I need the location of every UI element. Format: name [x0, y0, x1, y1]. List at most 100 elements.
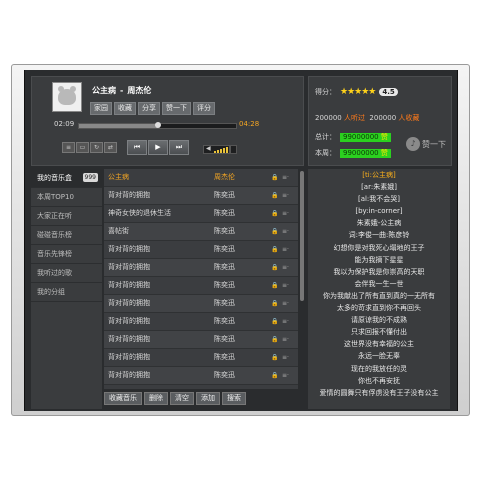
more-icon[interactable]: ≡· — [282, 187, 289, 204]
sidebar-item-history[interactable]: 我听过的歌 — [31, 264, 102, 283]
song-title-cell: 背对背的拥抱 — [108, 245, 150, 253]
search-button[interactable]: 搜索 — [222, 392, 246, 405]
sidebar-item-label: 大家正在听 — [37, 212, 72, 220]
lock-icon[interactable]: 🔒 — [271, 313, 278, 330]
collect-music-button[interactable]: 收藏音乐 — [104, 392, 142, 405]
shuffle-mode-icon[interactable]: ⇄ — [104, 142, 117, 153]
sidebar-item-now-listening[interactable]: 大家正在听 — [31, 207, 102, 226]
action-share-button[interactable]: 分享 — [138, 102, 160, 115]
total-value: 99000000 — [343, 132, 379, 141]
artist-cell: 陈奕迅 — [214, 227, 235, 235]
next-icon[interactable]: ⏭ — [169, 140, 189, 155]
more-icon[interactable]: ≡· — [282, 277, 289, 294]
lock-icon[interactable]: 🔒 — [271, 169, 278, 186]
more-icon[interactable]: ≡· — [282, 241, 289, 258]
lock-icon[interactable]: 🔒 — [271, 223, 278, 240]
action-favorite-button[interactable]: 收藏 — [114, 102, 136, 115]
volume-control[interactable]: ◀ — [203, 145, 237, 154]
action-like-button[interactable]: 赞一下 — [162, 102, 191, 115]
lock-icon[interactable]: 🔒 — [271, 241, 278, 258]
artist-cell: 陈奕迅 — [214, 371, 235, 379]
progress-knob[interactable] — [154, 122, 161, 128]
more-icon[interactable]: ≡· — [282, 223, 289, 240]
lock-icon[interactable]: 🔒 — [271, 295, 278, 312]
more-icon[interactable]: ≡· — [282, 349, 289, 366]
lock-icon[interactable]: 🔒 — [271, 259, 278, 276]
more-icon[interactable]: ≡· — [282, 313, 289, 330]
more-icon[interactable]: ≡· — [282, 385, 289, 389]
more-icon[interactable]: ≡· — [282, 367, 289, 384]
sidebar-item-label: 音乐先锋榜 — [37, 250, 72, 258]
table-row[interactable]: 背对背的拥抱陈奕迅🔒≡· — [104, 259, 298, 277]
song-actions: 家园 收藏 分享 赞一下 评分 — [90, 102, 215, 115]
artist-name: 周杰伦 — [127, 86, 152, 95]
table-row[interactable]: 背对背的拥抱 陈奕迅 🔒≡· — [104, 367, 298, 385]
song-title-cell: 神奇女侠的退休生活 — [108, 209, 171, 217]
volume-bar — [225, 147, 228, 153]
repeat-mode-icon[interactable]: ↻ — [90, 142, 103, 153]
previous-icon[interactable]: ⏮ — [127, 140, 147, 155]
table-row[interactable]: 背对背的拥抱陈奕迅🔒≡· — [104, 331, 298, 349]
speaker-icon[interactable]: ◀ — [206, 144, 211, 153]
total-time: 04:28 — [239, 120, 260, 128]
more-icon[interactable]: ≡· — [282, 295, 289, 312]
volume-bar — [222, 148, 225, 153]
table-row[interactable]: 背对背的拥抱陈奕迅🔒≡· — [104, 313, 298, 331]
sidebar-item-label: 我的音乐盒 — [37, 174, 72, 182]
more-icon[interactable]: ≡· — [282, 205, 289, 222]
play-icon[interactable]: ▶ — [148, 140, 168, 155]
now-playing-row[interactable]: 公主病 周杰伦 🔒 ≡· — [104, 169, 298, 187]
lock-icon[interactable]: 🔒 — [271, 205, 278, 222]
artist-cell: 周杰伦 — [214, 173, 235, 181]
table-row[interactable]: 背对背的拥抱陈奕迅🔒≡· — [104, 277, 298, 295]
add-button[interactable]: 添加 — [196, 392, 220, 405]
delete-button[interactable]: 删除 — [144, 392, 168, 405]
favorite-label: 人收藏 — [398, 114, 420, 122]
lock-icon[interactable]: 🔒 — [271, 187, 278, 204]
scrollbar-thumb[interactable] — [300, 171, 304, 301]
album-cover[interactable] — [52, 82, 82, 112]
single-mode-icon[interactable]: ▭ — [76, 142, 89, 153]
song-title-cell: 背对背的拥抱 — [108, 371, 150, 379]
table-row[interactable]: 背对背的拥抱陈奕迅🔒≡· — [104, 295, 298, 313]
progress-bar[interactable] — [78, 122, 237, 129]
lock-icon[interactable]: 🔒 — [271, 367, 278, 384]
list-toolbar: 收藏音乐 删除 清空 添加 搜索 — [104, 392, 302, 405]
stars-icon[interactable]: ★★★★★ — [340, 87, 376, 97]
more-icon[interactable]: ≡· — [282, 259, 289, 276]
table-row[interactable]: 背对背的拥抱陈奕迅🔒≡· — [104, 349, 298, 367]
score-row: 得分： ★★★★★ 4.5 — [315, 87, 398, 97]
lock-icon[interactable]: 🔒 — [271, 385, 278, 389]
list-mode-icon[interactable]: ≡ — [62, 142, 75, 153]
table-row[interactable]: 背对背的拥抱陈奕迅🔒≡· — [104, 187, 298, 205]
table-row[interactable]: 背对背的拥抱陈奕迅🔒≡· — [104, 385, 298, 389]
sidebar-item-pioneer-chart[interactable]: 音乐先锋榜 — [31, 245, 102, 264]
clear-button[interactable]: 清空 — [170, 392, 194, 405]
lyric-line: 现在的我放任的灵 — [351, 364, 407, 373]
table-row[interactable]: 背对背的拥抱陈奕迅🔒≡· — [104, 241, 298, 259]
more-icon[interactable]: ≡· — [282, 169, 289, 186]
volume-bar — [213, 151, 216, 153]
lock-icon[interactable]: 🔒 — [271, 331, 278, 348]
listen-stats: 200000 人听过 200000 人收藏 — [315, 113, 419, 123]
action-home-button[interactable]: 家园 — [90, 102, 112, 115]
lock-icon[interactable]: 🔒 — [271, 349, 278, 366]
lock-icon[interactable]: 🔒 — [271, 277, 278, 294]
lyric-line: [ar:朱素娥] — [361, 183, 397, 192]
more-icon[interactable]: ≡· — [282, 331, 289, 348]
table-row[interactable]: 喜帖街 陈奕迅 🔒 ≡· — [104, 223, 298, 241]
week-label: 本周： — [315, 149, 336, 157]
sidebar-item-weekly-top10[interactable]: 本周TOP10 — [31, 188, 102, 207]
favorite-count: 200000 — [369, 114, 397, 122]
sidebar-item-pengpeng-chart[interactable]: 碰碰音乐榜 — [31, 226, 102, 245]
table-row[interactable]: 神奇女侠的退休生活 陈奕迅 🔒 ≡· — [104, 205, 298, 223]
rating-badge: 4.5 — [379, 88, 398, 96]
artist-cell: 陈奕迅 — [214, 209, 235, 217]
song-list-scrollbar[interactable] — [300, 169, 304, 389]
sidebar-item-my-groups[interactable]: 我的分组 — [31, 283, 102, 302]
volume-bar — [228, 146, 231, 153]
sidebar-item-my-music-box[interactable]: 我的音乐盒 999 — [31, 169, 102, 188]
action-rate-button[interactable]: 评分 — [193, 102, 215, 115]
like-button[interactable]: ♪ 赞一下 — [406, 137, 446, 151]
sidebar-item-label: 碰碰音乐榜 — [37, 231, 72, 239]
